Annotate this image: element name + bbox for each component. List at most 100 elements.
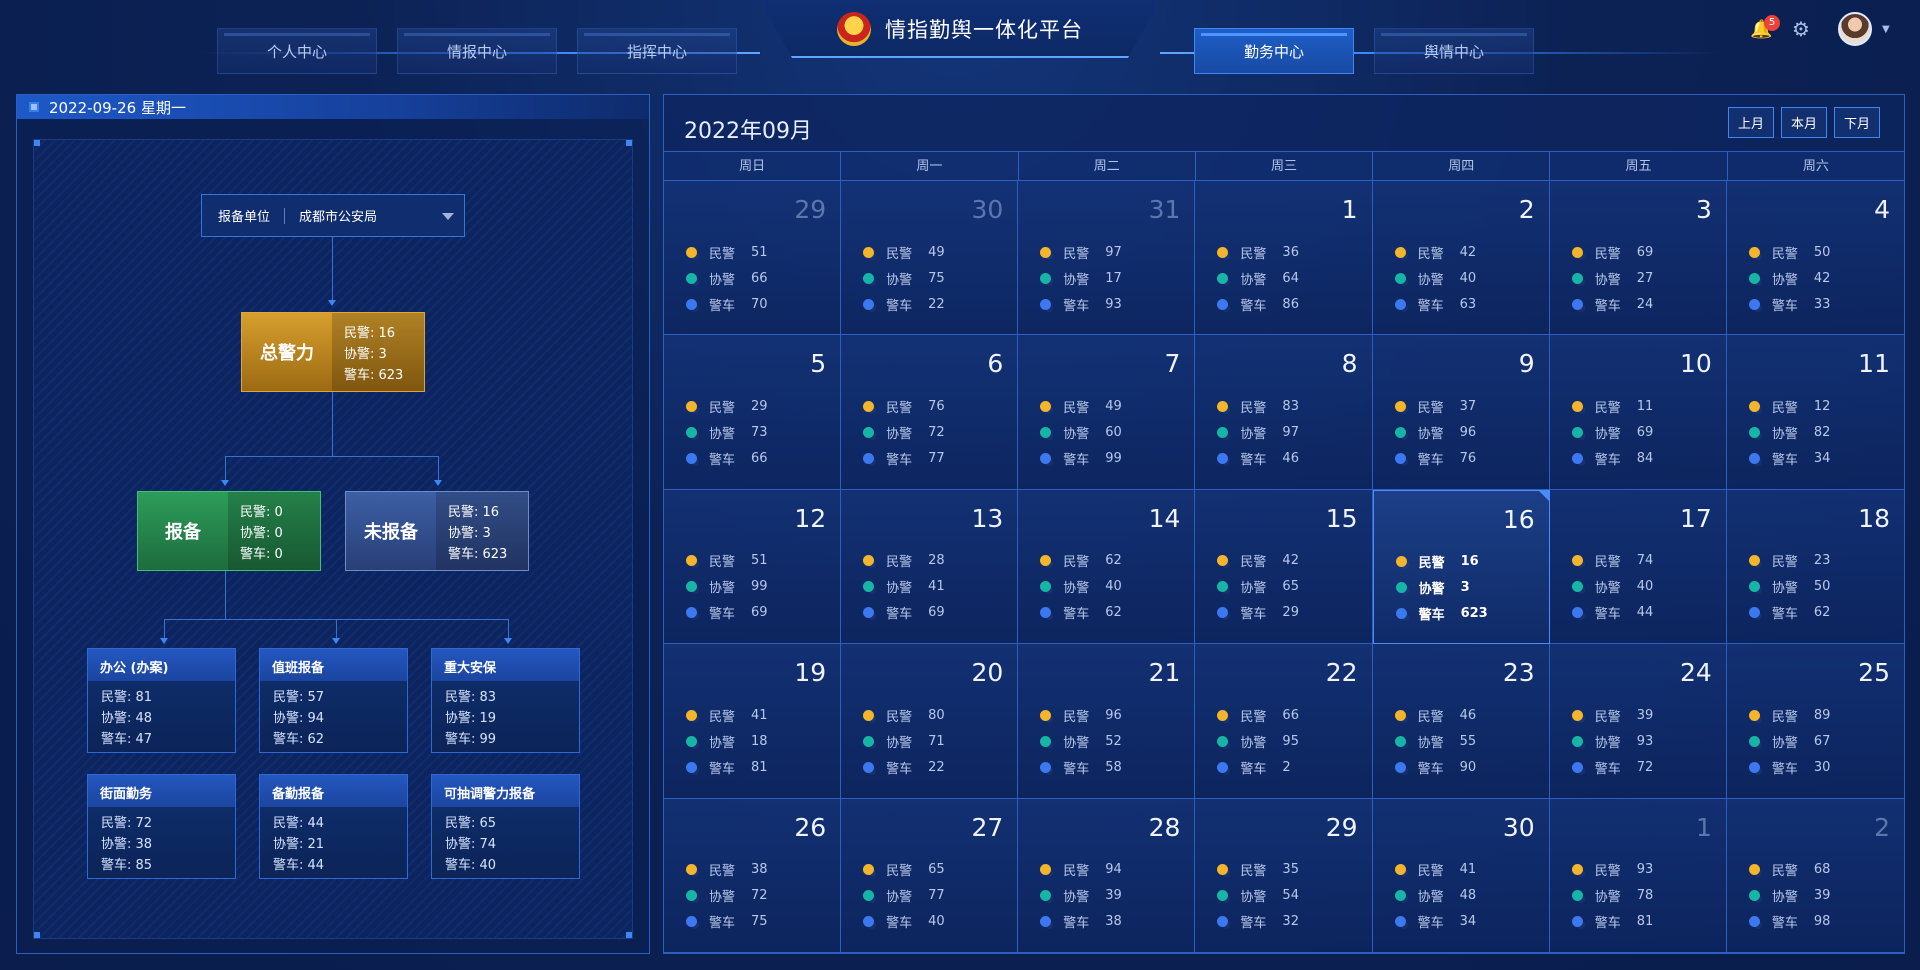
aux-dot-icon — [1571, 581, 1585, 595]
cars-value: 93 — [1105, 296, 1122, 312]
calendar-day-cell[interactable]: 9 民警 37 协警 96 警车 76 — [1372, 335, 1550, 490]
police-dot-icon — [1394, 864, 1408, 878]
calendar-day-cell[interactable]: 24 民警 39 协警 93 警车 72 — [1549, 644, 1727, 799]
police-label: 民警 — [1240, 400, 1267, 416]
cars-row: 警车 76 — [1394, 445, 1476, 471]
aux-dot-icon — [1217, 272, 1231, 286]
unreported-node[interactable]: 未报备 民警: 16 协警: 3 警车: 623 — [345, 491, 529, 571]
category-card-security[interactable]: 重大安保 民警: 83 协警: 19 警车: 99 — [431, 648, 580, 753]
category-card-street[interactable]: 街面勤务 民警: 72 协警: 38 警车: 85 — [87, 774, 236, 879]
aux-value: 27 — [1636, 270, 1654, 286]
police-value: 62 — [1105, 553, 1122, 569]
calendar-day-cell[interactable]: 3 民警 69 协警 27 警车 24 — [1549, 181, 1727, 336]
aux-dot-icon — [686, 890, 699, 904]
calendar-day-cell[interactable]: 17 民警 74 协警 40 警车 44 — [1549, 489, 1727, 645]
avatar[interactable] — [1838, 12, 1872, 46]
nav-intel-center[interactable]: 情报中心 — [397, 28, 557, 74]
calendar-day-cell[interactable]: 27 民警 65 协警 77 警车 40 — [841, 798, 1019, 953]
prev-month-button[interactable]: 上月 — [1728, 107, 1774, 138]
calendar-day-cell[interactable]: 7 民警 49 协警 60 警车 99 — [1018, 335, 1196, 490]
calendar-day-cell[interactable]: 1 民警 93 协警 78 警车 81 — [1549, 798, 1727, 953]
reported-node[interactable]: 报备 民警: 0 协警: 0 警车: 0 — [137, 491, 321, 571]
calendar-day-cell[interactable]: 5 民警 29 协警 73 警车 66 — [664, 335, 842, 490]
cars-row: 警车 62 — [1748, 600, 1830, 626]
corner-marker — [626, 140, 632, 146]
police-row: 民警 76 — [863, 393, 945, 419]
day-stats: 民警 96 协警 52 警车 58 — [1040, 702, 1122, 780]
corner-marker — [626, 932, 632, 938]
nav-duty-center[interactable]: 勤务中心 — [1194, 28, 1354, 74]
calendar-day-cell[interactable]: 22 民警 66 协警 95 警车 2 — [1195, 644, 1373, 799]
unit-select[interactable]: 报备单位 成都市公安局 — [201, 194, 465, 237]
gear-icon[interactable]: ⚙ — [1792, 18, 1814, 40]
aux-label: 协警 — [1594, 735, 1621, 751]
calendar-day-cell[interactable]: 21 民警 96 协警 52 警车 58 — [1018, 644, 1196, 799]
aux-dot-icon — [1217, 890, 1231, 904]
day-stats: 民警 12 协警 82 警车 34 — [1748, 393, 1830, 471]
aux-dot-icon — [1040, 735, 1054, 749]
category-card-standby[interactable]: 备勤报备 民警: 44 协警: 21 警车: 44 — [259, 774, 408, 879]
police-row: 民警 74 — [1571, 548, 1653, 574]
police-count: 民警: 16 — [448, 505, 500, 520]
police-label: 民警 — [886, 400, 913, 416]
calendar-day-cell[interactable]: 12 民警 51 协警 99 警车 69 — [664, 489, 842, 645]
calendar-day-cell[interactable]: 2 民警 68 协警 39 警车 98 — [1726, 798, 1904, 953]
calendar-day-cell[interactable]: 26 民警 38 协警 72 警车 75 — [664, 798, 842, 953]
calendar-day-cell[interactable]: 25 民警 89 协警 67 警车 30 — [1726, 644, 1904, 799]
cars-label: 警车 — [1594, 298, 1621, 314]
calendar-day-cell[interactable]: 30 民警 49 协警 75 警车 22 — [841, 181, 1019, 336]
category-card-duty[interactable]: 值班报备 民警: 57 协警: 94 警车: 62 — [259, 648, 408, 753]
nav-command-center[interactable]: 指挥中心 — [577, 28, 737, 74]
calendar-day-cell[interactable]: 16 民警 16 协警 3 警车 623 — [1372, 489, 1550, 645]
cars-dot-icon — [1040, 298, 1054, 312]
aux-dot-icon — [1395, 582, 1409, 596]
category-card-office[interactable]: 办公 (办案) 民警: 81 协警: 48 警车: 47 — [87, 648, 236, 753]
calendar-day-cell[interactable]: 4 民警 50 协警 42 警车 33 — [1726, 181, 1904, 336]
nav-personal-center[interactable]: 个人中心 — [217, 28, 377, 74]
calendar-day-cell[interactable]: 2 民警 42 协警 40 警车 63 — [1372, 181, 1550, 336]
calendar-day-cell[interactable]: 6 民警 76 协警 72 警车 77 — [841, 335, 1019, 490]
cars-label: 警车 — [1594, 916, 1621, 932]
cars-value: 86 — [1282, 296, 1299, 312]
calendar-day-cell[interactable]: 19 民警 41 协警 18 警车 81 — [664, 644, 842, 799]
chevron-down-icon[interactable]: ▼ — [1882, 24, 1890, 35]
calendar-day-cell[interactable]: 18 民警 23 协警 50 警车 62 — [1726, 489, 1904, 645]
police-value: 38 — [751, 862, 768, 878]
calendar-day-cell[interactable]: 23 民警 46 协警 55 警车 90 — [1372, 644, 1550, 799]
cars-row: 警车 33 — [1748, 291, 1830, 317]
police-dot-icon — [1571, 555, 1585, 569]
calendar-day-cell[interactable]: 1 民警 36 协警 64 警车 86 — [1195, 181, 1373, 336]
day-number: 18 — [1858, 503, 1890, 533]
calendar-day-cell[interactable]: 14 民警 62 协警 40 警车 62 — [1018, 489, 1196, 645]
aux-value: 72 — [751, 888, 768, 904]
calendar-day-cell[interactable]: 15 民警 42 协警 65 警车 29 — [1195, 489, 1373, 645]
cars-value: 75 — [751, 914, 768, 930]
aux-value: 17 — [1105, 270, 1122, 286]
cars-row: 警车 90 — [1394, 754, 1476, 780]
aux-value: 40 — [1105, 579, 1122, 595]
police-label: 民警 — [1594, 246, 1621, 262]
total-force-node[interactable]: 总警力 民警: 16 协警: 3 警车: 623 — [241, 312, 425, 392]
calendar-day-cell[interactable]: 30 民警 41 协警 48 警车 34 — [1372, 798, 1550, 953]
cars-row: 警车 32 — [1217, 909, 1299, 935]
nav-public-opinion-center[interactable]: 舆情中心 — [1374, 28, 1534, 74]
calendar-day-cell[interactable]: 31 民警 97 协警 17 警车 93 — [1018, 181, 1196, 336]
calendar-day-cell[interactable]: 29 民警 51 协警 66 警车 70 — [664, 181, 842, 336]
police-dot-icon — [686, 246, 699, 260]
calendar-day-cell[interactable]: 8 民警 83 协警 97 警车 46 — [1195, 335, 1373, 490]
category-card-deployable[interactable]: 可抽调警力报备 民警: 65 协警: 74 警车: 40 — [431, 774, 580, 879]
calendar-day-cell[interactable]: 29 民警 35 协警 54 警车 32 — [1195, 798, 1373, 953]
calendar-day-cell[interactable]: 10 民警 11 协警 69 警车 84 — [1549, 335, 1727, 490]
police-row: 民警 12 — [1748, 393, 1830, 419]
police-emblem-icon — [837, 12, 871, 46]
calendar-day-cell[interactable]: 13 民警 28 协警 41 警车 69 — [841, 489, 1019, 645]
next-month-button[interactable]: 下月 — [1834, 107, 1880, 138]
calendar-day-cell[interactable]: 28 民警 94 协警 39 警车 38 — [1018, 798, 1196, 953]
cars-value: 69 — [751, 605, 768, 621]
aux-dot-icon — [1748, 581, 1762, 595]
current-month-button[interactable]: 本月 — [1781, 107, 1827, 138]
aux-count: 协警: 38 — [101, 837, 153, 852]
calendar-day-cell[interactable]: 11 民警 12 协警 82 警车 34 — [1726, 335, 1904, 490]
aux-value: 55 — [1459, 733, 1477, 749]
calendar-day-cell[interactable]: 20 民警 80 协警 71 警车 22 — [841, 644, 1019, 799]
